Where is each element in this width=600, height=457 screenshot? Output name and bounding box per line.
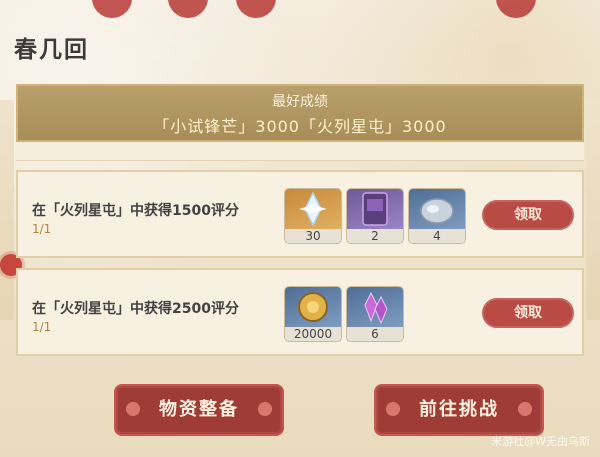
mora-coin-icon: [285, 287, 341, 327]
task-progress: 1/1: [32, 222, 52, 236]
reward-item[interactable]: 2: [346, 188, 404, 244]
crystal-icon: [347, 287, 403, 327]
ornament: [236, 0, 276, 18]
reward-item[interactable]: 30: [284, 188, 342, 244]
best-score-values: 「小试锋芒」3000「火列星屯」3000: [153, 117, 447, 136]
claim-button[interactable]: 领取: [482, 298, 574, 328]
challenge-button-label: 前往挑战: [419, 399, 499, 420]
top-ornaments: [0, 0, 600, 24]
ornament: [496, 0, 536, 18]
task-description: 在「火列星屯」中获得2500评分: [32, 301, 239, 317]
left-decoration: [0, 100, 14, 320]
ornament: [92, 0, 132, 18]
divider-strip: [16, 142, 584, 161]
reward-count: 20000: [285, 327, 341, 341]
reward-item[interactable]: 20000: [284, 286, 342, 342]
prepare-button[interactable]: 物资整备: [116, 386, 282, 434]
watermark: 米游社@W无由乌斯: [491, 435, 590, 448]
purple-book-icon: [347, 189, 403, 229]
claim-button[interactable]: 领取: [482, 200, 574, 230]
task-progress: 1/1: [32, 320, 52, 334]
page-title: 春几回: [14, 37, 89, 63]
reward-count: 30: [285, 229, 341, 243]
task-card: 在「火列星屯」中获得2500评分 1/1 20000 6 领取: [16, 268, 584, 356]
ornament: [168, 0, 208, 18]
primogem-icon: [285, 189, 341, 229]
reward-count: 2: [347, 229, 403, 243]
ore-icon: [409, 189, 465, 229]
task-card: 在「火列星屯」中获得1500评分 1/1 30 2 4 领取: [16, 170, 584, 258]
challenge-button[interactable]: 前往挑战: [376, 386, 542, 434]
reward-count: 6: [347, 327, 403, 341]
flower-icon: [258, 402, 272, 416]
best-score-panel: 最好成绩 「小试锋芒」3000「火列星屯」3000: [16, 84, 584, 142]
reward-item[interactable]: 4: [408, 188, 466, 244]
prepare-button-label: 物资整备: [159, 399, 239, 420]
flower-icon: [518, 402, 532, 416]
task-description: 在「火列星屯」中获得1500评分: [32, 203, 239, 219]
best-score-title: 最好成绩: [272, 94, 328, 110]
flower-icon: [126, 402, 140, 416]
reward-item[interactable]: 6: [346, 286, 404, 342]
right-decoration: [586, 100, 600, 320]
flower-icon: [386, 402, 400, 416]
reward-count: 4: [409, 229, 465, 243]
